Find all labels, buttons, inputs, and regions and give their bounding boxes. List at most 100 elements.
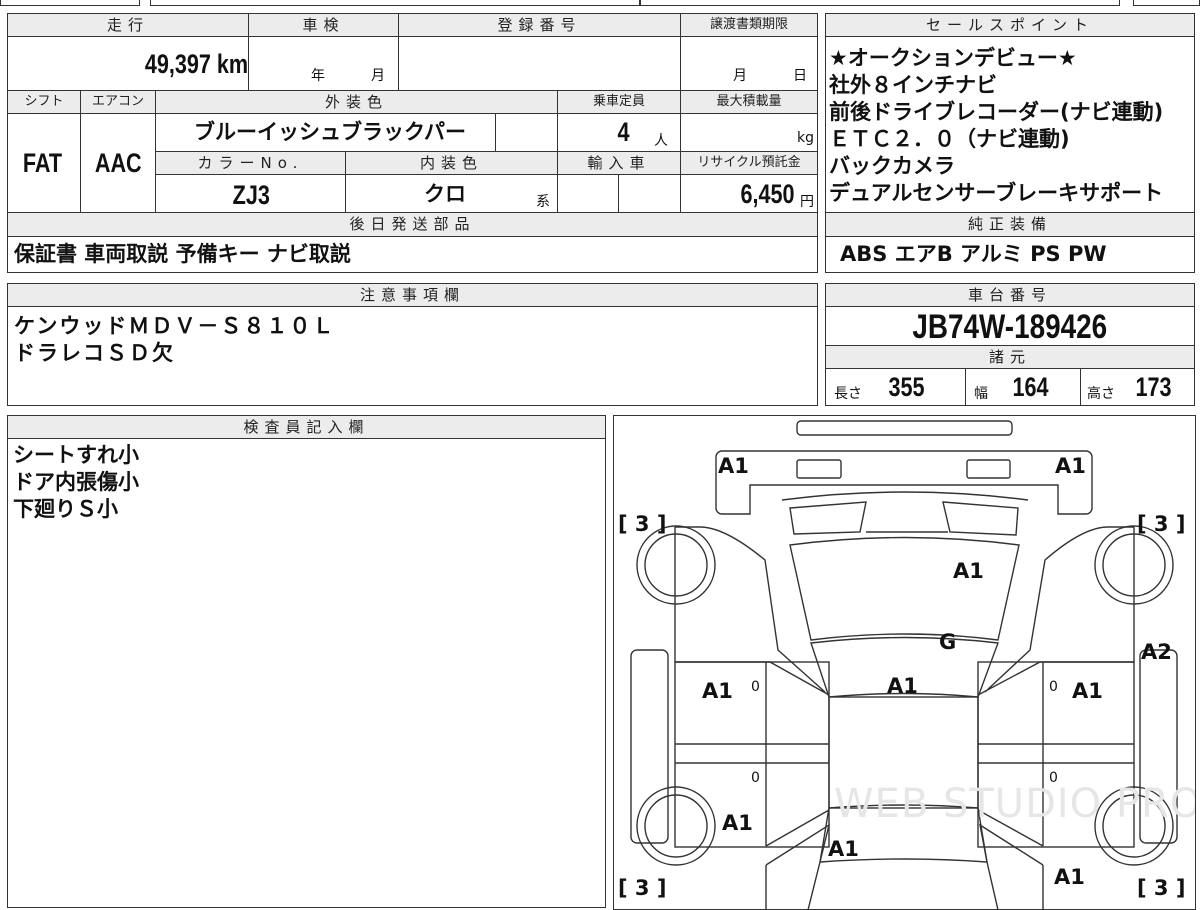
sales-point: ★オークションデビュー★ (829, 46, 1077, 70)
rear-lamp-right (966, 459, 1011, 479)
door-zero: 0 (751, 679, 760, 695)
spec-length: 長さ 355 (825, 368, 966, 406)
rear-lamp-left (796, 459, 842, 479)
damage-mark: A1 (1054, 865, 1085, 889)
damage-mark: A1 (722, 811, 753, 835)
max-load-unit: kg (797, 130, 814, 146)
aircon-header: エアコン (80, 90, 156, 114)
specs-header: 諸元 (825, 345, 1195, 369)
left-step (630, 649, 669, 844)
rear-bumper (796, 420, 1013, 436)
capacity-value: 4 (617, 117, 630, 147)
inspector-line: シートすれ小 (13, 443, 139, 467)
later-parts-value: 保証書 車両取説 予備キー ナビ取説 (14, 242, 351, 266)
transfer-deadline-header: 譲渡書類期限 (680, 13, 818, 37)
rear-panel (715, 450, 1093, 515)
wheel (636, 786, 716, 866)
interior-color-header: 内装色 (345, 151, 558, 175)
damage-mark: A1 (887, 674, 918, 698)
damage-mark: A1 (828, 837, 859, 861)
recycle-header: リサイクル預託金 (680, 151, 818, 175)
spec-height: 高さ 173 (1080, 368, 1195, 406)
notes-cell: ケンウッドＭＤＶ－Ｓ８１０Ｌ ドラレコＳＤ欠 (7, 306, 818, 406)
mileage-cell: 49,397 km (7, 36, 249, 91)
registration-header: 登録番号 (398, 13, 681, 37)
spec-length-label: 長さ (834, 386, 862, 402)
shift-cell: FAT (7, 113, 81, 213)
registration-cell (398, 36, 681, 91)
note-line: ケンウッドＭＤＶ－Ｓ８１０Ｌ (14, 314, 336, 338)
shift-header: シフト (7, 90, 81, 114)
chassis-cell: JB74W-189426 (825, 306, 1195, 346)
recycle-cell: 6,450 円 (680, 174, 818, 213)
top-strip-cell (1133, 0, 1200, 6)
top-strip-cell (150, 0, 640, 6)
spec-width-value: 164 (1012, 372, 1049, 402)
notes-header: 注意事項欄 (7, 283, 818, 307)
import-cell (618, 174, 681, 213)
exterior-color-cell: ブルーイッシュブラックパー (155, 113, 496, 152)
shift-value: FAT (22, 148, 63, 178)
note-line: ドラレコＳＤ欠 (14, 341, 175, 365)
mileage-unit: km (216, 49, 248, 79)
damage-mark: A1 (1055, 454, 1086, 478)
capacity-header: 乗車定員 (557, 90, 681, 114)
inspector-header: 検査員記入欄 (7, 415, 606, 439)
capacity-cell: 4 人 (557, 113, 681, 152)
chassis-header: 車台番号 (825, 283, 1195, 307)
damage-mark: A1 (718, 454, 749, 478)
exterior-color-value: ブルーイッシュブラックパー (194, 120, 466, 144)
door-zero: 0 (1049, 770, 1058, 786)
damage-mark: A1 (702, 679, 733, 703)
spec-height-value: 173 (1135, 372, 1172, 402)
equipment-value: ABS エアB アルミ PS PW (840, 242, 1107, 266)
sales-point: デュアルセンサーブレーキサポート (829, 181, 1164, 205)
recycle-value: 6,450 (740, 179, 795, 209)
damage-mark: G (939, 630, 957, 654)
left-rear-fender (674, 526, 830, 696)
color-no-value: ZJ3 (232, 180, 270, 210)
sales-points-header: セールスポイント (825, 13, 1195, 37)
top-strip-cell (640, 0, 1120, 6)
mileage-value: 49,397 (144, 49, 211, 79)
inspector-cell: シートすれ小 ドア内張傷小 下廻りＳ小 (7, 438, 606, 908)
exterior-color-extra (495, 113, 558, 152)
spec-height-label: 高さ (1087, 386, 1115, 402)
shaken-cell: 年 月 (248, 36, 399, 91)
color-no-header: カラーNo. (155, 151, 346, 175)
later-parts-header: 後日発送部品 (7, 212, 818, 237)
shaken-year: 年 (311, 68, 325, 84)
later-parts-cell: 保証書 車両取説 予備キー ナビ取説 (7, 236, 818, 273)
shaken-month: 月 (371, 68, 385, 84)
tire-depth: [ 3 ] (1137, 512, 1186, 536)
damage-mark: A2 (1141, 640, 1172, 664)
equipment-cell: ABS エアB アルミ PS PW (825, 236, 1195, 273)
interior-color-value: クロ (424, 182, 466, 206)
interior-color-cell: クロ 系 (345, 174, 558, 213)
left-front-fender (765, 809, 831, 909)
deadline-day: 日 (793, 68, 807, 84)
tire-depth: [ 3 ] (1137, 876, 1186, 900)
right-rear-fender (977, 526, 1135, 696)
tire-depth: [ 3 ] (618, 876, 667, 900)
sales-point: バックカメラ (829, 154, 955, 178)
roof-rear (789, 536, 1020, 641)
sales-point: ＥＴＣ２．０（ナビ連動) (829, 127, 1070, 151)
door-zero: 0 (751, 770, 760, 786)
exterior-color-header: 外装色 (155, 90, 558, 114)
max-load-header: 最大積載量 (680, 90, 818, 114)
aircon-value: AAC (94, 148, 142, 178)
damage-mark: A1 (1072, 679, 1103, 703)
sales-points-cell: ★オークションデビュー★ 社外８インチナビ 前後ドライブレコーダー(ナビ連動) … (825, 36, 1195, 213)
color-no-cell: ZJ3 (155, 174, 346, 213)
deadline-month: 月 (733, 68, 747, 84)
import-header: 輸入車 (557, 151, 681, 175)
interior-color-suffix: 系 (536, 194, 550, 210)
watermark: WEB STUDIO PRO (834, 781, 1196, 827)
top-strip-cell (0, 0, 140, 6)
inspector-line: 下廻りＳ小 (13, 497, 118, 521)
damage-diagram: WEB STUDIO PRO A1 A1 A1 G A1 A1 A2 A1 A1… (613, 415, 1196, 910)
damage-mark: A1 (953, 559, 984, 583)
tire-depth: [ 3 ] (618, 512, 667, 536)
chassis-value: JB74W-189426 (912, 308, 1108, 346)
